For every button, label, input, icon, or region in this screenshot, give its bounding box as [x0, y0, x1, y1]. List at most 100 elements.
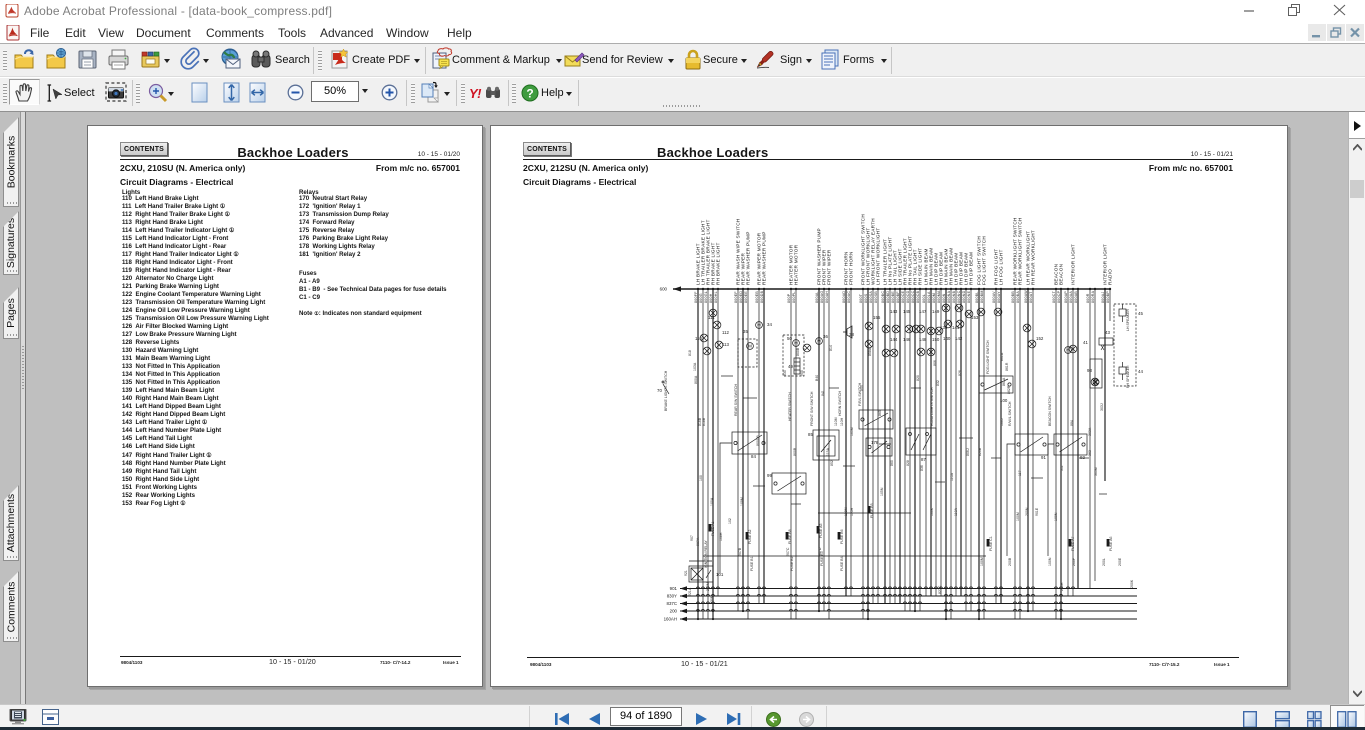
svg-text:ROAD LIGHTS SWITCH: ROAD LIGHTS SWITCH: [930, 387, 934, 426]
svg-text:FUSE A6: FUSE A6: [1109, 537, 1113, 551]
svg-text:HEATER SWITCH: HEATER SWITCH: [788, 392, 792, 421]
svg-text:800BP: 800BP: [1106, 291, 1110, 303]
svg-text:REAR WASHER PUMP: REAR WASHER PUMP: [762, 231, 767, 285]
svg-text:800NB: 800NB: [952, 290, 956, 303]
svg-text:F/R/L SWITCH: F/R/L SWITCH: [858, 382, 862, 406]
svg-text:800GL: 800GL: [704, 291, 708, 303]
svg-text:139: 139: [940, 325, 948, 330]
svg-text:800SA: 800SA: [869, 291, 873, 303]
svg-text:RH BRAKE LIGHT: RH BRAKE LIGHT: [716, 242, 721, 285]
svg-text:70: 70: [657, 388, 662, 393]
svg-text:99: 99: [767, 473, 772, 478]
svg-text:144: 144: [890, 337, 898, 342]
svg-text:143: 143: [890, 309, 898, 314]
svg-text:800ED: 800ED: [739, 291, 743, 303]
svg-text:100K: 100K: [930, 507, 934, 516]
svg-text:36: 36: [823, 334, 828, 339]
svg-text:HEATER MOTOR: HEATER MOTOR: [794, 244, 799, 285]
svg-text:800DB: 800DB: [760, 290, 764, 303]
svg-text:IGNITION RELAY: IGNITION RELAY: [704, 540, 708, 568]
svg-text:BEACON SWITCH: BEACON SWITCH: [1048, 396, 1052, 426]
svg-text:800AT: 800AT: [1029, 291, 1033, 303]
svg-text:800B: 800B: [796, 347, 800, 356]
svg-text:200F: 200F: [1072, 558, 1076, 566]
svg-text:44: 44: [1138, 369, 1143, 374]
svg-text:800CB: 800CB: [916, 290, 920, 303]
svg-text:800AC: 800AC: [847, 291, 851, 303]
svg-text:REAR WORKLIGHT SWITCH: REAR WORKLIGHT SWITCH: [1018, 217, 1023, 285]
svg-text:FUSE C1: FUSE C1: [989, 536, 993, 551]
svg-text:860: 860: [890, 460, 894, 466]
svg-text:43: 43: [1105, 330, 1110, 335]
svg-text:832: 832: [936, 380, 940, 386]
svg-text:M: M: [817, 339, 821, 344]
svg-text:108M: 108M: [740, 497, 744, 506]
svg-text:LH SPEAKER: LH SPEAKER: [1126, 309, 1130, 331]
svg-text:FOG LIGHT SWITCH: FOG LIGHT SWITCH: [986, 340, 990, 374]
svg-text:828: 828: [906, 460, 910, 466]
svg-text:FUSE B2: FUSE B2: [790, 556, 794, 571]
svg-text:800T: 800T: [859, 293, 863, 303]
svg-text:110M: 110M: [834, 417, 838, 426]
svg-text:108H: 108H: [719, 532, 723, 541]
svg-text:FUSE A7: FUSE A7: [1071, 537, 1075, 551]
svg-text:861R: 861R: [1005, 362, 1009, 371]
svg-text:800AV: 800AV: [992, 291, 996, 303]
svg-text:BEACON: BEACON: [1059, 264, 1064, 285]
svg-text:200L: 200L: [1102, 558, 1106, 566]
svg-text:FUSE B4: FUSE B4: [840, 556, 844, 571]
svg-text:FUSE B1: FUSE B1: [750, 556, 754, 571]
svg-text:826: 826: [958, 370, 962, 376]
svg-text:110: 110: [695, 336, 703, 341]
svg-text:100: 100: [699, 475, 703, 481]
svg-text:907A: 907A: [696, 537, 700, 546]
svg-text:RH SPEAKER: RH SPEAKER: [1126, 365, 1130, 388]
svg-text:85: 85: [808, 432, 813, 437]
svg-text:110H: 110H: [850, 507, 854, 516]
svg-text:110H: 110H: [840, 417, 844, 426]
svg-text:921: 921: [684, 570, 688, 576]
svg-text:105M: 105M: [850, 427, 854, 436]
svg-text:91: 91: [1041, 455, 1046, 460]
svg-text:100N: 100N: [1054, 512, 1058, 521]
svg-text:FUSE B5: FUSE B5: [870, 503, 874, 518]
svg-text:84: 84: [751, 454, 756, 459]
svg-text:38: 38: [849, 332, 854, 337]
svg-text:806: 806: [933, 360, 937, 366]
svg-text:146: 146: [903, 337, 911, 342]
svg-text:800G: 800G: [699, 293, 703, 303]
svg-text:100: 100: [1000, 398, 1008, 403]
svg-text:814: 814: [829, 345, 833, 351]
svg-text:?: ?: [526, 87, 533, 101]
svg-text:800AD: 800AD: [842, 291, 846, 303]
svg-text:800S: 800S: [864, 293, 868, 303]
svg-text:M: M: [1066, 348, 1070, 353]
svg-text:800P: 800P: [787, 293, 791, 303]
svg-text:900: 900: [800, 370, 804, 376]
svg-text:200N: 200N: [1025, 507, 1029, 516]
svg-text:800PL: 800PL: [792, 291, 796, 303]
svg-text:800BA: 800BA: [1016, 291, 1020, 303]
svg-text:111: 111: [708, 315, 715, 320]
svg-text:M: M: [757, 323, 761, 328]
svg-text:REAR WASHER PUMP: REAR WASHER PUMP: [746, 231, 751, 285]
svg-text:800MA: 800MA: [937, 290, 941, 303]
svg-text:41: 41: [1083, 340, 1088, 345]
svg-text:841: 841: [821, 390, 825, 396]
svg-text:800R: 800R: [1086, 293, 1090, 303]
svg-text:858A: 858A: [868, 347, 872, 356]
svg-text:B40: B40: [815, 375, 819, 381]
svg-text:800AL: 800AL: [815, 291, 819, 303]
svg-text:200M: 200M: [706, 582, 710, 591]
svg-text:160AH: 160AH: [664, 617, 677, 622]
svg-text:100N: 100N: [1048, 557, 1052, 566]
svg-text:200H: 200H: [1060, 582, 1064, 591]
svg-text:800BM: 800BM: [980, 290, 984, 303]
svg-text:800CC: 800CC: [911, 290, 915, 303]
svg-text:145: 145: [903, 309, 911, 314]
svg-text:REAR S/W SWITCH: REAR S/W SWITCH: [734, 383, 738, 416]
svg-text:FRONT HORN: FRONT HORN: [849, 251, 854, 285]
svg-text:800CP: 800CP: [1057, 290, 1061, 303]
svg-text:45: 45: [1138, 311, 1143, 316]
svg-text:800A: 800A: [694, 375, 698, 384]
